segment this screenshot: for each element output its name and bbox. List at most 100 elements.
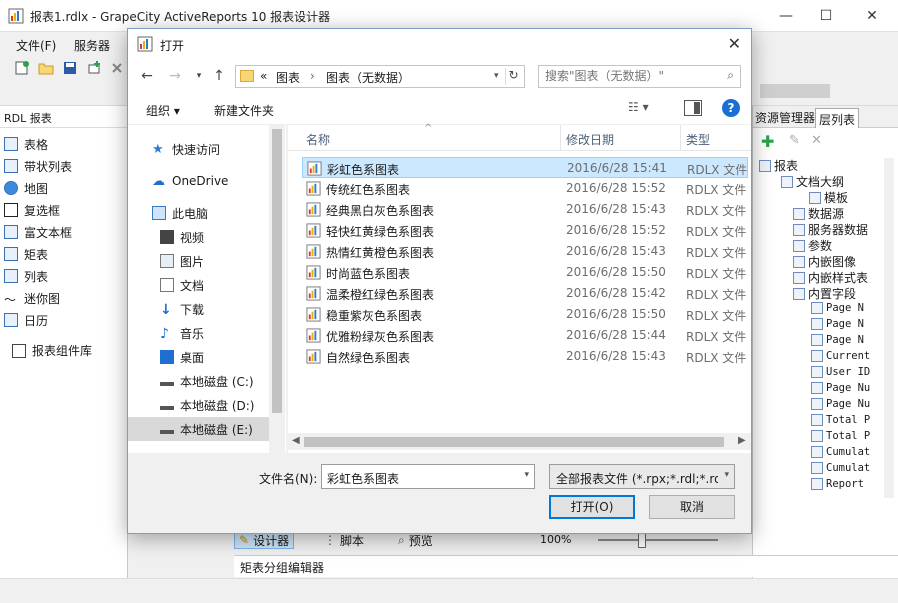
field-item[interactable]: Total P [811,414,870,426]
builtin-fields-icon [793,287,805,300]
open-button[interactable]: 打开(O) [549,495,635,519]
menu-file[interactable]: 文件(F) [16,37,56,54]
file-row[interactable]: 经典黑白灰色系图表 2016/6/28 15:43 RDLX 文件 [302,199,748,220]
tool-list[interactable]: 列表 [4,266,128,286]
column-name[interactable]: 名称 [306,131,330,148]
file-row[interactable]: 稳重紫灰色系图表 2016/6/28 15:50 RDLX 文件 [302,304,748,325]
field-item[interactable]: Cumulat [811,446,870,458]
preview-pane-icon[interactable] [684,100,702,116]
tree-item[interactable]: 模板 [809,189,848,206]
column-divider[interactable] [680,125,681,151]
search-box[interactable]: ⌕ [538,65,741,88]
search-icon[interactable]: ⌕ [727,68,734,83]
tab-layers[interactable]: 层列表 [815,108,860,128]
horizontal-scrollbar-thumb[interactable] [304,437,724,447]
field-item[interactable]: Report [811,478,864,490]
tree-item[interactable]: 参数 [793,237,832,254]
field-item[interactable]: Page N [811,318,864,330]
nav-scrollbar[interactable] [269,125,285,453]
save-icon[interactable] [62,60,78,76]
file-row[interactable]: 优雅粉绿灰色系图表 2016/6/28 15:44 RDLX 文件 [302,325,748,346]
nav-scrollbar-thumb[interactable] [272,129,282,413]
zoom-slider-thumb[interactable] [638,532,646,548]
tab-explorer[interactable]: 资源管理器 [753,109,817,126]
field-item[interactable]: Cumulat [811,462,870,474]
organize-button[interactable]: 组织 ▾ [146,102,180,119]
up-arrow-icon[interactable]: ↑ [210,67,228,85]
field-item[interactable]: User ID [811,366,870,378]
tree-item[interactable]: 内置字段 [793,285,856,302]
file-row[interactable]: 温柔橙红绿色系图表 2016/6/28 15:42 RDLX 文件 [302,283,748,304]
cancel-button[interactable]: 取消 [649,495,735,519]
help-icon[interactable]: ? [722,99,740,117]
field-item[interactable]: Total P [811,430,870,442]
maximize-icon[interactable]: ☐ [816,6,836,26]
file-row[interactable]: 轻快红黄绿色系图表 2016/6/28 15:52 RDLX 文件 [302,220,748,241]
breadcrumb-overflow[interactable]: « [260,69,267,83]
file-row[interactable]: 自然绿色系图表 2016/6/28 15:43 RDLX 文件 [302,346,748,367]
search-input[interactable] [545,69,715,83]
filename-value[interactable]: 彩虹色系图表 [327,470,399,487]
address-dropdown-icon[interactable]: ▾ [494,71,499,81]
dialog-close-icon[interactable]: ✕ [728,34,741,53]
remove-icon[interactable]: ✕ [811,133,822,148]
view-options-icon[interactable]: ☷ ▾ [628,100,668,118]
filetype-dropdown-icon[interactable]: ▾ [724,470,729,480]
open-folder-icon[interactable] [38,60,54,76]
minimize-icon[interactable]: — [776,6,796,26]
edit-icon[interactable]: ✎ [789,133,800,148]
tool-sparkline[interactable]: 〜迷你图 [4,288,128,308]
column-type[interactable]: 类型 [686,131,710,148]
file-row[interactable]: 热情红黄橙色系图表 2016/6/28 15:43 RDLX 文件 [302,241,748,262]
nav-drive-e[interactable]: 本地磁盘 (E:) [128,417,270,441]
file-row[interactable]: 时尚蓝色系图表 2016/6/28 15:50 RDLX 文件 [302,262,748,283]
filename-dropdown-icon[interactable]: ▾ [524,470,529,480]
zoom-slider-track[interactable] [598,539,718,541]
delete-icon[interactable] [110,60,124,76]
tree-item[interactable]: 内嵌样式表 [793,269,868,286]
breadcrumb-charts[interactable]: 图表 [276,69,300,86]
field-item[interactable]: Page Nu [811,398,870,410]
tool-calendar[interactable]: 日历 [4,310,128,330]
filetype-select[interactable]: 全部报表文件 (*.rpx;*.rdl;*.rdlx) ▾ [549,464,735,489]
tool-checkbox[interactable]: 复选框 [4,200,128,220]
tree-item[interactable]: 服务器数据 [793,221,868,238]
scroll-right-icon[interactable]: ▶ [738,435,746,446]
field-item[interactable]: Page Nu [811,382,870,394]
column-divider[interactable] [560,125,561,151]
add-icon[interactable]: ✚ [761,132,774,151]
field-item[interactable]: Current [811,350,870,362]
recent-dropdown-icon[interactable]: ▾ [190,67,208,85]
back-arrow-icon[interactable]: ← [138,67,156,85]
refresh-icon[interactable]: ↻ [505,68,521,85]
add-item-icon[interactable] [86,60,102,76]
new-folder-button[interactable]: 新建文件夹 [214,102,274,119]
tree-item[interactable]: 报表 [759,157,798,174]
column-date[interactable]: 修改日期 [566,131,614,148]
tool-banded-list[interactable]: 带状列表 [4,156,128,176]
tool-map[interactable]: 地图 [4,178,128,198]
explorer-scrollbar[interactable] [884,158,894,498]
tree-item[interactable]: 数据源 [793,205,844,222]
outline-icon [781,175,793,188]
forward-arrow-icon[interactable]: → [166,67,184,85]
tool-richtext[interactable]: 富文本框 [4,222,128,242]
tool-tablix[interactable]: 矩表 [4,244,128,264]
menu-server[interactable]: 服务器 [74,37,110,54]
status-bar [0,578,898,603]
new-report-icon[interactable] [14,60,30,76]
component-library[interactable]: 报表组件库 [12,342,92,359]
close-icon[interactable]: ✕ [862,6,882,26]
address-bar[interactable]: « 图表 › 图表（无数据） ▾ ↻ [235,65,525,88]
field-item[interactable]: Page N [811,334,864,346]
tree-item[interactable]: 文档大纲 [781,173,844,190]
filename-input[interactable]: 彩虹色系图表 ▾ [321,464,535,489]
tree-item[interactable]: 内嵌图像 [793,253,856,270]
field-item[interactable]: Page N [811,302,864,314]
horizontal-scrollbar[interactable]: ◀ ▶ [288,433,751,450]
file-row[interactable]: 传统红色系图表 2016/6/28 15:52 RDLX 文件 [302,178,748,199]
tool-table[interactable]: 表格 [4,134,128,154]
file-row[interactable]: 彩虹色系图表 2016/6/28 15:41 RDLX 文件 [302,157,748,178]
scroll-left-icon[interactable]: ◀ [292,435,300,446]
breadcrumb-charts-nodata[interactable]: 图表（无数据） [326,69,410,86]
